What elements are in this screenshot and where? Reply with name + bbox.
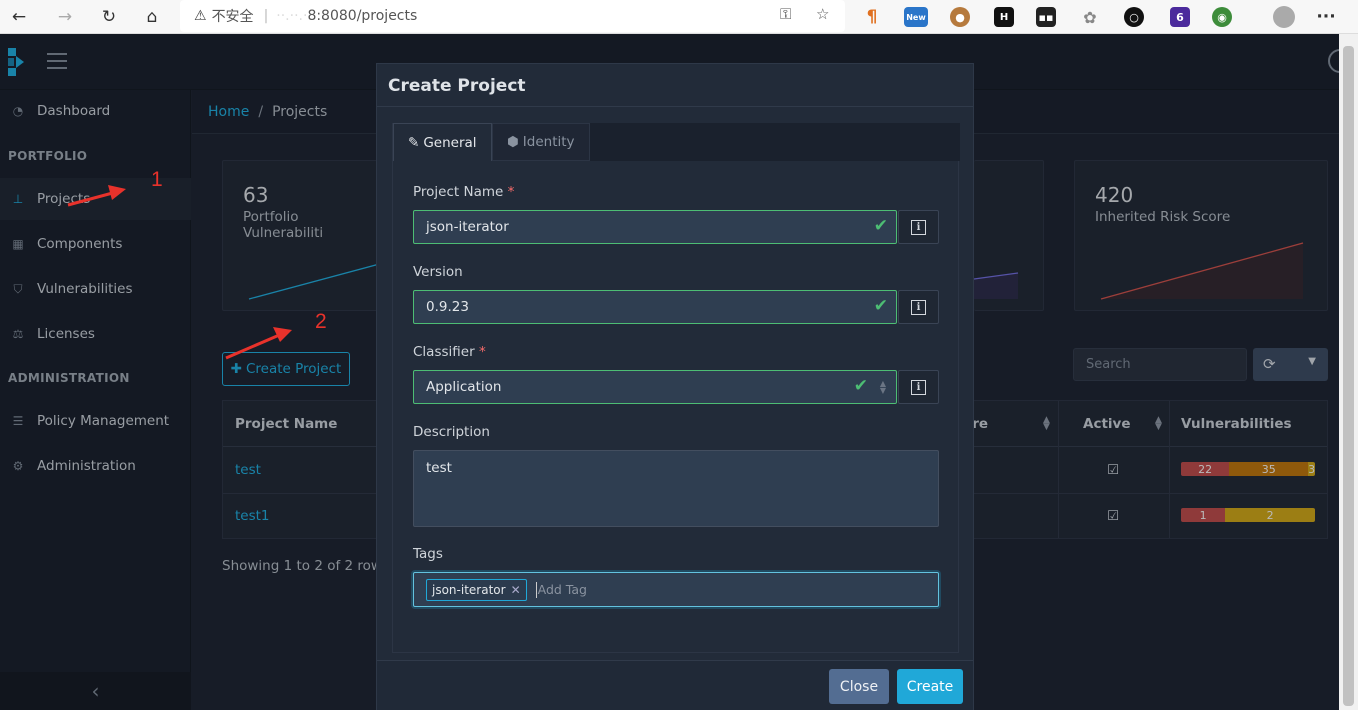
tab-identity[interactable]: ⬢ Identity bbox=[492, 123, 590, 161]
classifier-label-text: Classifier bbox=[413, 344, 475, 360]
more-menu-icon[interactable]: ··· bbox=[1316, 7, 1336, 27]
favorite-icon[interactable]: ☆ bbox=[816, 5, 829, 23]
tab-label: Identity bbox=[522, 134, 575, 150]
modal-tabs: ✎ General ⬢ Identity bbox=[393, 123, 960, 161]
version-input[interactable]: 0.9.23 ✔ bbox=[413, 290, 897, 324]
project-name-label-text: Project Name bbox=[413, 184, 504, 200]
check-icon: ✔ bbox=[873, 216, 888, 236]
project-name-label: Project Name * bbox=[413, 184, 514, 200]
url-redacted: ··.··.· bbox=[276, 8, 308, 24]
extension-pilcrow-icon[interactable]: ¶ bbox=[862, 7, 882, 27]
url-visible: 8:8080/projects bbox=[307, 8, 418, 24]
extension-new-icon[interactable]: New bbox=[904, 7, 928, 27]
tag-chip-label: json-iterator bbox=[432, 582, 506, 597]
tags-input[interactable]: json-iterator ✕ Add Tag bbox=[413, 572, 939, 607]
page-scrollbar[interactable] bbox=[1339, 34, 1358, 710]
version-info-button[interactable]: i bbox=[898, 290, 939, 324]
extension-flower-icon[interactable]: ✿ bbox=[1080, 7, 1100, 27]
browser-toolbar: ← → ↻ ⌂ ⚠ 不安全 | ··.··.·8:8080/projects ⚿… bbox=[0, 0, 1358, 34]
home-icon[interactable]: ⌂ bbox=[139, 4, 165, 30]
add-tag-placeholder[interactable]: Add Tag bbox=[535, 581, 587, 598]
tag-chip: json-iterator ✕ bbox=[426, 578, 527, 601]
description-label: Description bbox=[413, 424, 490, 440]
info-icon: i bbox=[911, 219, 926, 235]
security-label: 不安全 bbox=[211, 9, 254, 25]
extension-globe-icon[interactable]: ◉ bbox=[1212, 7, 1232, 27]
annotation-number-2: 2 bbox=[315, 310, 327, 333]
back-icon[interactable]: ← bbox=[6, 4, 32, 30]
project-name-input[interactable]: json-iterator ✔ bbox=[413, 210, 897, 244]
extension-h-icon[interactable]: H bbox=[994, 7, 1014, 27]
address-divider: | bbox=[263, 8, 269, 24]
extension-tampermonkey-icon[interactable]: ▪▪ bbox=[1036, 7, 1056, 27]
cube-icon: ⬢ bbox=[507, 134, 519, 150]
extension-cookie-icon[interactable]: ● bbox=[950, 7, 970, 27]
project-name-info-button[interactable]: i bbox=[898, 210, 939, 244]
warning-icon: ⚠ bbox=[194, 8, 207, 24]
annotation-number-1: 1 bbox=[151, 168, 163, 191]
tags-label: Tags bbox=[413, 546, 443, 562]
required-mark: * bbox=[507, 184, 515, 200]
extension-badge-icon[interactable]: 6 bbox=[1170, 7, 1190, 27]
modal-footer: Close Create bbox=[377, 660, 973, 710]
classifier-value: Application bbox=[426, 379, 502, 395]
url-text: ··.··.·8:8080/projects bbox=[276, 8, 417, 24]
classifier-info-button[interactable]: i bbox=[898, 370, 939, 404]
address-bar[interactable]: ⚠ 不安全 | ··.··.·8:8080/projects ⚿ ☆ bbox=[180, 0, 845, 32]
create-project-modal: Create Project ✎ General ⬢ Identity Proj… bbox=[376, 63, 974, 710]
tab-label: General bbox=[423, 134, 477, 151]
version-label: Version bbox=[413, 264, 463, 280]
description-textarea[interactable]: test bbox=[413, 450, 939, 527]
required-mark: * bbox=[478, 344, 486, 360]
classifier-select[interactable]: Application ✔ ▲ ▼ bbox=[413, 370, 897, 404]
tab-general[interactable]: ✎ General bbox=[393, 123, 492, 161]
profile-avatar[interactable] bbox=[1273, 6, 1295, 28]
check-icon: ✔ bbox=[853, 376, 868, 396]
version-value: 0.9.23 bbox=[426, 299, 469, 315]
select-arrows-icon: ▲ ▼ bbox=[879, 379, 886, 395]
create-button[interactable]: Create bbox=[897, 669, 963, 704]
edit-icon: ✎ bbox=[408, 134, 420, 151]
key-icon[interactable]: ⚿ bbox=[780, 5, 791, 23]
info-icon: i bbox=[911, 379, 926, 395]
info-icon: i bbox=[911, 299, 926, 315]
remove-tag-icon[interactable]: ✕ bbox=[511, 583, 521, 597]
scrollbar-thumb[interactable] bbox=[1343, 46, 1354, 706]
forward-icon[interactable]: → bbox=[52, 4, 78, 30]
modal-title: Create Project bbox=[377, 64, 973, 107]
classifier-label: Classifier * bbox=[413, 344, 486, 360]
check-icon: ✔ bbox=[873, 296, 888, 316]
close-button[interactable]: Close bbox=[829, 669, 889, 704]
reload-icon[interactable]: ↻ bbox=[96, 4, 122, 30]
project-name-value: json-iterator bbox=[426, 219, 509, 235]
extension-circle-icon[interactable]: ○ bbox=[1124, 7, 1144, 27]
